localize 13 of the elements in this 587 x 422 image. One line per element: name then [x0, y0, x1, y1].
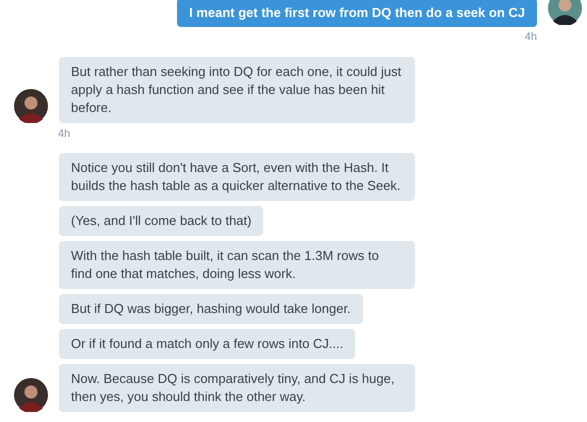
timestamp: 4h	[58, 128, 70, 140]
message-bubble: (Yes, and I'll come back to that)	[59, 206, 264, 236]
message-bubble: But if DQ was bigger, hashing would take longer.	[59, 294, 363, 324]
avatar-icon	[548, 0, 582, 25]
timestamp: 4h	[524, 31, 537, 43]
message-bubble: I meant get the first row from DQ then do a seek on CJ	[177, 0, 537, 27]
message-bubble: With the hash table built, it can scan the 1.3M rows to find one that matches, doing less work.	[59, 241, 415, 289]
message-bubble: Notice you still don't have a Sort, even with the Hash. It builds the hash table as a quicker alternative to the Seek.	[59, 153, 415, 201]
message-bubble: But rather than seeking into DQ for each one, it could just apply a hash function and see if the value has been hit before.	[59, 57, 415, 123]
avatar-icon	[14, 89, 48, 123]
avatar-icon	[14, 378, 48, 412]
message-bubble: Or if it found a match only a few rows into CJ....	[59, 329, 356, 359]
message-bubble: Now. Because DQ is comparatively tiny, and CJ is huge, then yes, you should think the other way.	[59, 364, 415, 412]
